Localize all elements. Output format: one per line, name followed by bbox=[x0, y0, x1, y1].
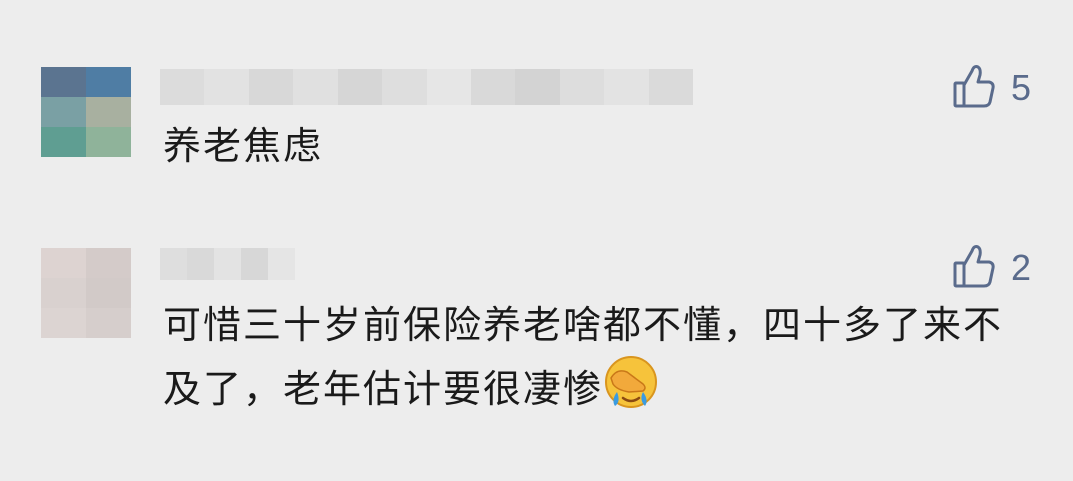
avatar[interactable] bbox=[41, 248, 131, 338]
comment-text: 可惜三十岁前保险养老啥都不懂，四十多了来不及了，老年估计要很凄惨 bbox=[163, 296, 1023, 426]
comment-text: 养老焦虑 bbox=[163, 124, 324, 168]
face-palm-crying-emoji bbox=[603, 354, 659, 426]
like-button[interactable]: 5 bbox=[953, 63, 1031, 113]
like-count: 2 bbox=[1010, 247, 1031, 288]
avatar[interactable] bbox=[41, 67, 131, 157]
like-count: 5 bbox=[1010, 67, 1031, 108]
username-blurred[interactable] bbox=[160, 69, 694, 105]
comment-item: 可惜三十岁前保险养老啥都不懂，四十多了来不及了，老年估计要很凄惨 2 bbox=[0, 230, 1073, 481]
like-button[interactable]: 2 bbox=[953, 243, 1031, 293]
username-blurred[interactable] bbox=[160, 248, 295, 280]
comment-item: 养老焦虑 5 bbox=[0, 0, 1073, 200]
thumbs-up-icon[interactable] bbox=[953, 243, 995, 293]
thumbs-up-icon[interactable] bbox=[953, 63, 995, 113]
comment-text-content: 可惜三十岁前保险养老啥都不懂，四十多了来不及了，老年估计要很凄惨 bbox=[163, 303, 1004, 411]
